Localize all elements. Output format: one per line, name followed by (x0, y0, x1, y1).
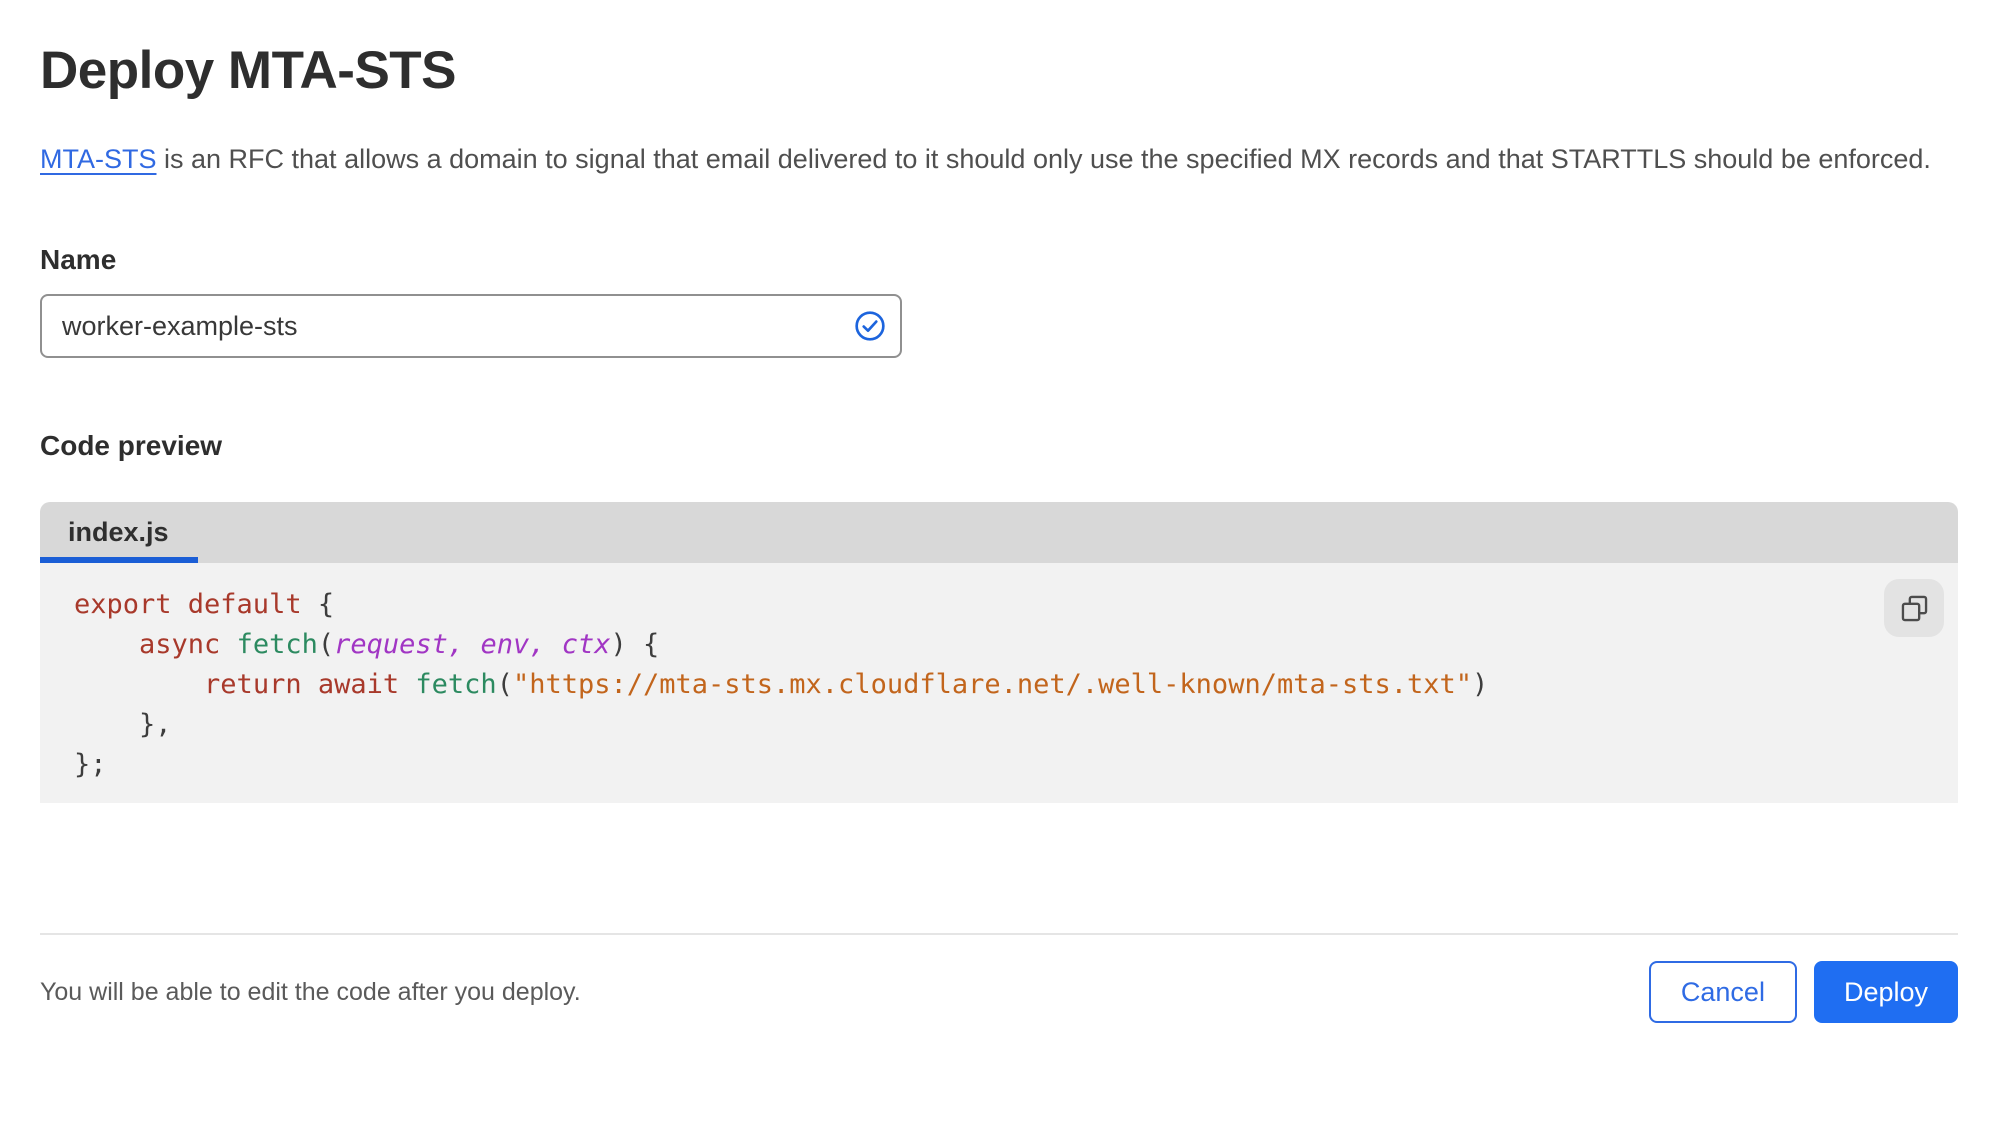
code-tabbar: index.js (40, 502, 1958, 563)
name-input[interactable] (40, 294, 902, 358)
name-label: Name (40, 244, 117, 275)
description-text: MTA-STS is an RFC that allows a domain t… (40, 136, 1935, 182)
mta-sts-link[interactable]: MTA-STS (40, 144, 157, 174)
code-line: export default { (74, 589, 335, 620)
deploy-mta-sts-page: Deploy MTA-STS MTA-STS is an RFC that al… (0, 42, 1999, 1049)
tab-index-js[interactable]: index.js (40, 502, 198, 563)
footer-actions: Cancel Deploy (1648, 961, 1958, 1023)
code-line: }; (74, 749, 107, 780)
copy-icon (1901, 595, 1927, 621)
page-title: Deploy MTA-STS (40, 41, 457, 100)
footer: You will be able to edit the code after … (40, 935, 1958, 1049)
tab-index-js-label: index.js (68, 517, 169, 547)
deploy-button[interactable]: Deploy (1813, 961, 1958, 1023)
cancel-button[interactable]: Cancel (1648, 961, 1797, 1023)
name-input-wrap (40, 294, 902, 358)
footer-note: You will be able to edit the code after … (40, 977, 581, 1006)
code-line: return await fetch("https://mta-sts.mx.c… (204, 669, 1489, 700)
code-line: async fetch(request, env, ctx) { (139, 629, 660, 660)
code-line: }, (74, 709, 172, 740)
code-preview-label: Code preview (40, 430, 223, 461)
code-lines: export default { async fetch(request, en… (74, 585, 1958, 785)
copy-code-button[interactable] (1884, 579, 1944, 637)
description-body: is an RFC that allows a domain to signal… (156, 144, 1931, 174)
circle-check-icon (855, 311, 885, 341)
code-preview-block: export default { async fetch(request, en… (40, 563, 1958, 803)
